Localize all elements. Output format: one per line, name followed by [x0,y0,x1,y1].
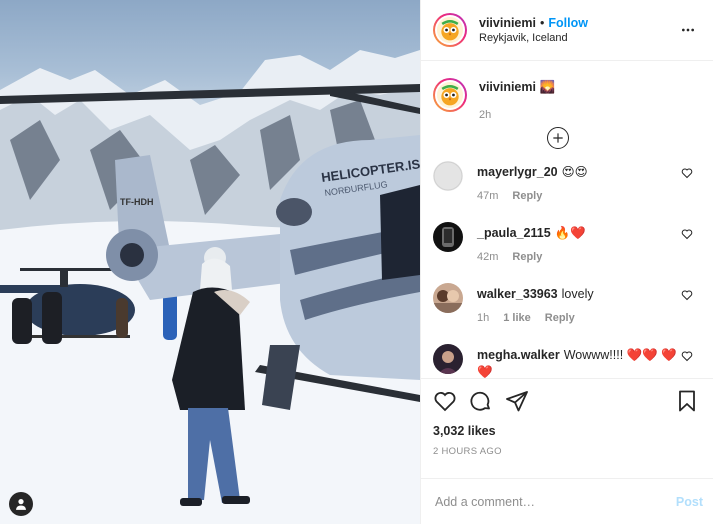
commenter-avatar[interactable] [433,283,463,313]
share-paper-plane-icon[interactable] [505,389,529,413]
svg-text:TF-HDH: TF-HDH [120,197,154,207]
more-options-button[interactable] [677,19,699,41]
more-dots-icon [682,28,694,32]
like-comment-heart-icon[interactable] [681,228,693,240]
caption-text: 🌄 [539,80,556,94]
follow-button[interactable]: Follow [548,16,588,30]
helicopter-scene-illustration: HELICOPTER.IS NORÐURFLUG TF-HDH [0,50,420,524]
post-details-panel: viiviniemi • Follow Reykjavik, Iceland v… [420,0,713,524]
comment-composer: Add a comment… Post [421,478,713,524]
portrait-avatar-icon [433,344,463,374]
comment-username[interactable]: walker_33963 [477,287,558,301]
caption-time[interactable]: 2h [479,109,555,121]
like-heart-icon[interactable] [433,389,457,413]
comment-time[interactable]: 42m [477,251,498,263]
comment-text: lovely [561,287,594,301]
comment-username[interactable]: mayerlygr_20 [477,165,558,179]
post-photo[interactable]: HELICOPTER.IS NORÐURFLUG TF-HDH [0,0,420,524]
caption-author-avatar[interactable] [433,78,467,112]
like-comment-heart-icon[interactable] [681,350,693,362]
add-comment-input[interactable]: Add a comment… [435,495,676,509]
owl-avatar-icon [437,82,463,108]
owl-avatar-icon [437,17,463,43]
post-location[interactable]: Reykjavik, Iceland [479,32,677,44]
comment-item: _paula_2115 🔥❤️ 42m Reply [433,220,699,272]
separator-dot: • [539,16,545,30]
caption-username[interactable]: viiviniemi [479,80,536,94]
save-bookmark-icon[interactable] [675,389,699,413]
instagram-post-modal: HELICOPTER.IS NORÐURFLUG TF-HDH viivinie… [0,0,713,524]
post-actions: 3,032 likes 2 HOURS AGO [421,378,713,478]
comments-section[interactable]: viiviniemi 🌄 2h mayerlygr_20 😍😍 47m Repl… [421,61,713,378]
comment-time[interactable]: 1h [477,312,489,324]
post-comment-button[interactable]: Post [676,495,703,509]
comment-bubble-icon[interactable] [469,389,493,413]
comment-time[interactable]: 47m [477,190,498,202]
group-photo-avatar-icon [433,283,463,313]
load-more-comments-button[interactable] [433,127,699,149]
comment-item: mayerlygr_20 😍😍 47m Reply [433,159,699,211]
commenter-avatar[interactable] [433,344,463,374]
person-icon [16,499,26,510]
comment-username[interactable]: megha.walker [477,348,560,362]
author-username[interactable]: viiviniemi [479,16,536,30]
comment-text: 😍😍 [561,165,588,179]
post-caption: viiviniemi 🌄 2h [433,75,699,121]
comment-username[interactable]: _paula_2115 [477,226,551,240]
post-header: viiviniemi • Follow Reykjavik, Iceland [421,0,713,61]
comment-text: 🔥❤️ [554,226,586,240]
plus-icon [553,133,563,143]
author-avatar[interactable] [433,13,467,47]
reply-button[interactable]: Reply [512,190,542,202]
comment-item: walker_33963 lovely 1h 1 like Reply [433,281,699,333]
comment-likes[interactable]: 1 like [503,312,531,324]
user-photo-avatar-icon [433,222,463,252]
reply-button[interactable]: Reply [512,251,542,263]
post-timestamp[interactable]: 2 HOURS AGO [433,446,699,457]
commenter-avatar[interactable] [433,161,463,191]
commenter-avatar[interactable] [433,222,463,252]
likes-count[interactable]: 3,032 likes [433,424,699,438]
tagged-users-button[interactable] [9,492,33,516]
reply-button[interactable]: Reply [545,312,575,324]
like-comment-heart-icon[interactable] [681,167,693,179]
like-comment-heart-icon[interactable] [681,289,693,301]
default-avatar-icon [433,161,463,191]
comment-item: megha.walker Wowww!!!! ❤️❤️ ❤️❤️ [433,342,699,378]
